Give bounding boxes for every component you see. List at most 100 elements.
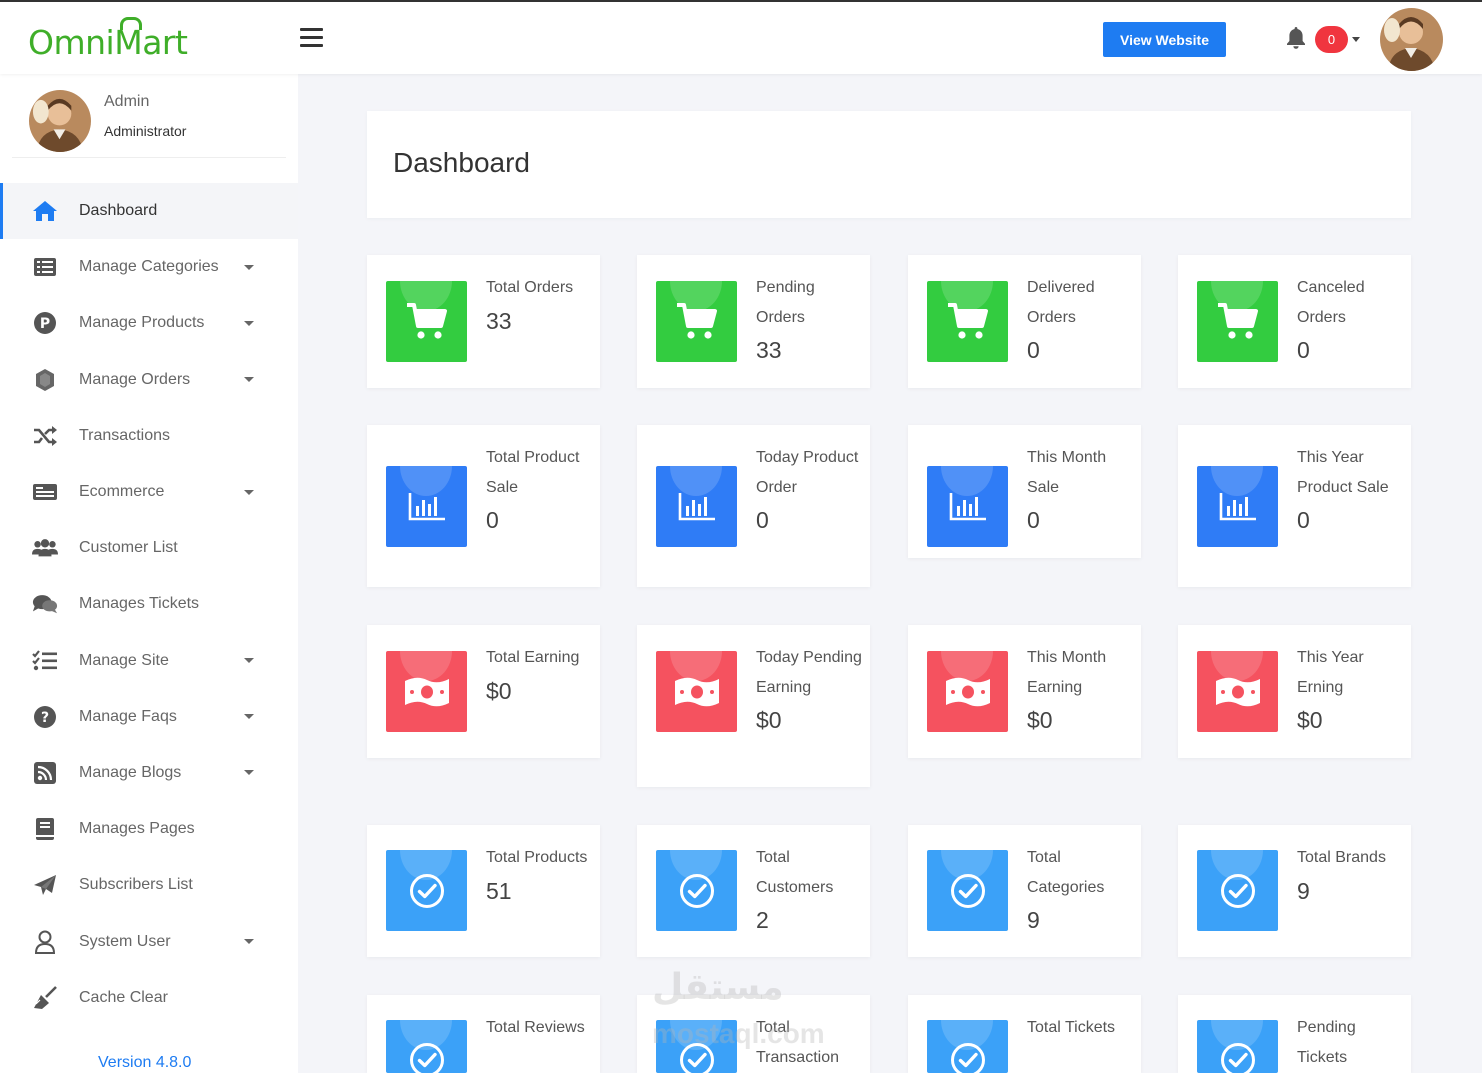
notification-count-badge[interactable]: 0 [1315, 26, 1348, 53]
stat-value: 9 [1027, 907, 1040, 933]
bar-chart-icon [656, 466, 737, 547]
stat-value: $0 [756, 707, 782, 733]
check-circle-icon [386, 1020, 467, 1073]
stat-label: Total Products [486, 849, 588, 866]
stat-card-total-orders[interactable]: Total Orders 33 [367, 255, 600, 388]
stat-value: $0 [486, 677, 512, 704]
stat-card-this-month-sale[interactable]: This Month Sale 0 [908, 425, 1141, 558]
stat-card-total-products[interactable]: Total Products 51 [367, 825, 600, 957]
check-circle-icon [1197, 1020, 1278, 1073]
stat-card-total-product-sale[interactable]: Total Product Sale 0 [367, 425, 600, 587]
stat-card-canceled-orders[interactable]: Canceled Orders 0 [1178, 255, 1411, 388]
svg-text:P: P [40, 316, 50, 332]
stat-card-total-brands[interactable]: Total Brands 9 [1178, 825, 1411, 957]
sidebar-item-system-user[interactable]: System User [0, 913, 298, 969]
product-p-icon: P [32, 310, 58, 336]
bar-chart-icon [1197, 466, 1278, 547]
sidebar-item-manages-pages[interactable]: Manages Pages [0, 801, 298, 857]
chevron-down-icon [244, 489, 254, 495]
stat-value: 0 [1297, 337, 1310, 363]
view-website-button[interactable]: View Website [1103, 22, 1226, 57]
cart-icon [656, 281, 737, 362]
stat-card-total-tickets[interactable]: Total Tickets [908, 995, 1141, 1073]
stat-card-total-customers[interactable]: Total Customers 2 [637, 825, 870, 957]
stat-card-total-earning[interactable]: Total Earning $0 [367, 625, 600, 758]
stat-card-delivered-orders[interactable]: Delivered Orders 0 [908, 255, 1141, 388]
stat-card-today-product-order[interactable]: Today Product Order 0 [637, 425, 870, 587]
logo-bag-letter: M [114, 17, 143, 62]
user-profile: Admin Administrator [12, 74, 286, 158]
user-icon [32, 929, 58, 955]
profile-name: Admin [104, 93, 150, 110]
stat-card-this-year-product-sale[interactable]: This Year Product Sale 0 [1178, 425, 1411, 587]
stat-label: Today Product Order [756, 449, 859, 496]
check-circle-icon [656, 850, 737, 931]
stat-label: Pending Orders [756, 279, 815, 326]
page-title-card: Dashboard [367, 111, 1411, 218]
sidebar-item-manage-faqs[interactable]: ? Manage Faqs [0, 689, 298, 745]
stat-value: 0 [756, 507, 769, 533]
stat-card-this-year-erning[interactable]: This Year Erning $0 [1178, 625, 1411, 758]
chevron-down-icon [244, 939, 254, 945]
menu-toggle-icon[interactable] [300, 28, 323, 48]
check-circle-icon [656, 1020, 737, 1073]
sidebar-item-label: Cache Clear [79, 988, 168, 1006]
sidebar-item-manage-orders[interactable]: Manage Orders [0, 352, 298, 408]
sidebar-item-label: Manage Categories [79, 258, 219, 276]
ecommerce-icon [32, 479, 58, 505]
omnimart-logo[interactable]: Omni Mart [28, 16, 188, 62]
stat-value: 0 [486, 507, 499, 533]
top-bar: Omni Mart View Website 0 [0, 0, 1482, 74]
chevron-down-icon [244, 658, 254, 664]
stat-card-total-reviews[interactable]: Total Reviews [367, 995, 600, 1073]
cart-icon [1197, 281, 1278, 362]
stat-value: 51 [486, 877, 512, 904]
stat-value: 0 [1027, 337, 1040, 363]
stat-value: 2 [756, 907, 769, 933]
chevron-down-icon[interactable] [1352, 37, 1360, 42]
bar-chart-icon [386, 466, 467, 547]
stat-label: Total Reviews [486, 1019, 585, 1036]
stat-label: Pending Tickets [1297, 1019, 1356, 1066]
stat-card-total-transaction[interactable]: Total Transaction [637, 995, 870, 1073]
sidebar-item-dashboard[interactable]: Dashboard [0, 183, 298, 240]
stat-card-today-pending-earning[interactable]: Today Pending Earning $0 [637, 625, 870, 787]
chevron-down-icon [244, 770, 254, 776]
comments-icon [32, 591, 58, 617]
stat-value: 9 [1297, 877, 1310, 904]
sidebar-item-manages-tickets[interactable]: Manages Tickets [0, 576, 298, 632]
page-title: Dashboard [393, 147, 530, 178]
bell-icon[interactable] [1285, 26, 1307, 50]
check-circle-icon [927, 850, 1008, 931]
sidebar-item-label: System User [79, 932, 171, 950]
stat-label: Canceled Orders [1297, 279, 1365, 326]
version-label: Version 4.8.0 [98, 1054, 192, 1071]
sidebar-item-manage-categories[interactable]: Manage Categories [0, 239, 298, 295]
sidebar-item-manage-blogs[interactable]: Manage Blogs [0, 745, 298, 801]
sidebar-item-customer-list[interactable]: Customer List [0, 520, 298, 576]
sidebar-item-manage-site[interactable]: Manage Site [0, 633, 298, 689]
sidebar-item-manage-products[interactable]: P Manage Products [0, 295, 298, 351]
stat-label: This Year Erning [1297, 649, 1364, 696]
logo-text-left: Omni [28, 23, 115, 62]
broom-icon [32, 985, 58, 1011]
stat-label: Delivered Orders [1027, 279, 1095, 326]
stat-label: Total Product Sale [486, 449, 580, 496]
stat-card-total-categories[interactable]: Total Categories 9 [908, 825, 1141, 957]
home-icon [32, 198, 58, 224]
list-icon [32, 254, 58, 280]
sidebar-item-label: Transactions [79, 426, 170, 444]
stat-label: This Month Sale [1027, 449, 1107, 496]
stat-label: This Year Product Sale [1297, 449, 1389, 496]
stat-card-this-month-earning[interactable]: This Month Earning $0 [908, 625, 1141, 758]
avatar[interactable] [1380, 8, 1443, 71]
sidebar-item-ecommerce[interactable]: Ecommerce [0, 464, 298, 520]
sidebar-nav: Dashboard Manage Categories P Manage Pro… [0, 183, 298, 1026]
stat-card-pending-tickets[interactable]: Pending Tickets [1178, 995, 1411, 1073]
sidebar-item-subscribers-list[interactable]: Subscribers List [0, 857, 298, 913]
sidebar-item-cache-clear[interactable]: Cache Clear [0, 970, 298, 1026]
stat-card-pending-orders[interactable]: Pending Orders 33 [637, 255, 870, 388]
sidebar-item-transactions[interactable]: Transactions [0, 408, 298, 464]
chevron-down-icon [244, 264, 254, 270]
avatar[interactable] [29, 90, 91, 152]
